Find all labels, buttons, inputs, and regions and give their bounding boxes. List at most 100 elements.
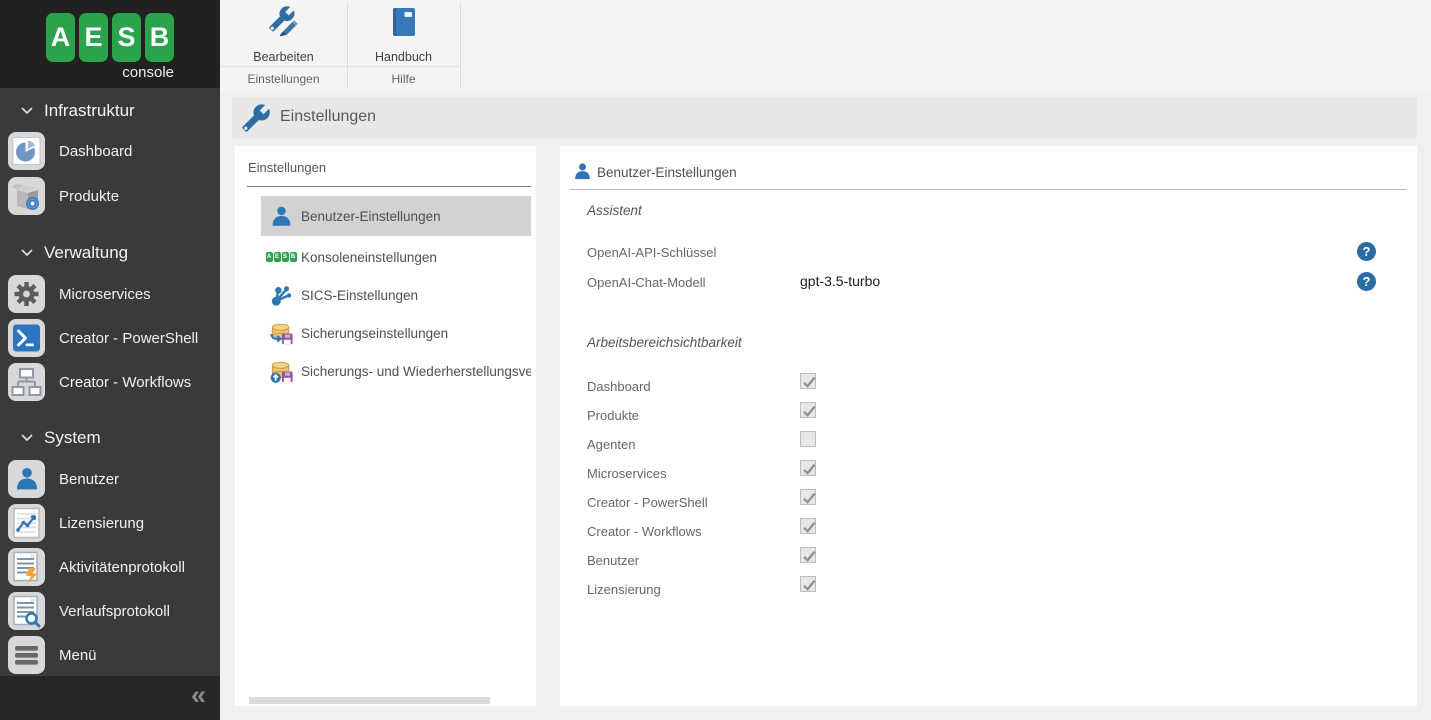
sidebar-item-label: Microservices [59, 286, 151, 303]
divider [570, 189, 1407, 190]
nav-item-sics-einstellungen[interactable]: SICS-Einstellungen [261, 279, 531, 311]
sidebar-item-label: Creator - PowerShell [59, 330, 198, 347]
checkbox-label: Lizensierung [587, 582, 661, 597]
workspace-visibility-list: Dashboard Produkte Agenten Microservices… [560, 372, 1417, 604]
history-log-icon [8, 592, 45, 630]
chevron-down-icon [20, 431, 34, 445]
settings-nav-panel: Einstellungen Benutzer-Einstellungen A E… [235, 146, 536, 706]
bearbeiten-button-label: Bearbeiten [253, 50, 313, 64]
nav-item-sicherungs-wiederherstellungsverwaltung[interactable]: Sicherungs- und Wiederherstellungsverwal… [261, 355, 531, 387]
creator-workflows-checkbox[interactable] [800, 518, 816, 534]
sidebar-section-label: Infrastruktur [44, 101, 135, 121]
sidebar-section-label: System [44, 428, 101, 448]
help-icon[interactable]: ? [1357, 242, 1376, 261]
sidebar-item-creator-workflows[interactable]: Creator - Workflows [8, 363, 220, 401]
sidebar-section-system[interactable]: System [0, 426, 220, 450]
openai-api-key-value[interactable] [800, 244, 920, 261]
license-chart-icon [8, 504, 45, 542]
dashboard-pie-icon [8, 132, 45, 170]
checkbox-label: Creator - Workflows [587, 524, 702, 539]
workspace-row-creator-workflows: Creator - Workflows [560, 517, 1417, 546]
chevron-down-icon [20, 246, 34, 260]
sidebar-section-verwaltung[interactable]: Verwaltung [0, 241, 220, 265]
help-icon[interactable]: ? [1357, 272, 1376, 291]
nav-item-konsoleneinstellungen[interactable]: A E S B Konsoleneinstellungen [261, 241, 531, 273]
agenten-checkbox[interactable] [800, 431, 816, 447]
microservices-checkbox[interactable] [800, 460, 816, 476]
handbuch-button[interactable]: Handbuch [375, 5, 432, 64]
dashboard-checkbox[interactable] [800, 373, 816, 389]
openai-chat-model-value[interactable]: gpt-3.5-turbo [800, 273, 920, 290]
powershell-icon [8, 319, 45, 357]
horizontal-scrollbar-thumb[interactable] [249, 697, 490, 704]
nav-item-sicherungseinstellungen[interactable]: Sicherungseinstellungen [261, 317, 531, 349]
detail-panel-title: Benutzer-Einstellungen [597, 165, 737, 180]
creator-powershell-checkbox[interactable] [800, 489, 816, 505]
sidebar-item-label: Lizensierung [59, 515, 144, 532]
workspace-row-agenten: Agenten [560, 430, 1417, 459]
openai-chat-model-label: OpenAI-Chat-Modell [587, 275, 706, 290]
checkbox-label: Agenten [587, 437, 635, 452]
ribbon-separator [460, 4, 461, 88]
ribbon-group-einstellungen: Bearbeiten Einstellungen [220, 0, 347, 93]
network-nodes-icon [267, 282, 295, 308]
menu-icon [8, 636, 45, 674]
nav-item-label: SICS-Einstellungen [301, 288, 418, 303]
sidebar-item-aktivitaetenprotokoll[interactable]: Aktivitätenprotokoll [8, 548, 220, 586]
benutzer-einstellungen-panel: Benutzer-Einstellungen Assistent OpenAI-… [560, 146, 1417, 706]
logo-subtitle: console [46, 64, 174, 81]
ribbon: Bearbeiten Einstellungen Handbuch Hilfe [220, 0, 1431, 93]
checkbox-label: Creator - PowerShell [587, 495, 708, 510]
wrench-icon [241, 103, 271, 138]
sidebar-item-menue[interactable]: Menü [8, 636, 220, 674]
page-header: Einstellungen [232, 97, 1417, 139]
sidebar-item-label: Benutzer [59, 471, 119, 488]
sidebar-section-label: Verwaltung [44, 243, 128, 263]
sidebar-item-microservices[interactable]: Microservices [8, 275, 220, 313]
benutzer-checkbox[interactable] [800, 547, 816, 563]
ribbon-group-hilfe: Handbuch Hilfe [347, 0, 460, 93]
aesb-logo-icon: A E S B [46, 13, 174, 62]
nav-item-label: Benutzer-Einstellungen [301, 209, 441, 224]
sidebar-item-label: Aktivitätenprotokoll [59, 559, 185, 576]
bearbeiten-button[interactable]: Bearbeiten [253, 5, 313, 64]
workspace-row-dashboard: Dashboard [560, 372, 1417, 401]
checkbox-label: Microservices [587, 466, 666, 481]
produkte-checkbox[interactable] [800, 402, 816, 418]
app-logo: A E S B console [0, 0, 220, 88]
sidebar-item-dashboard[interactable]: Dashboard [8, 132, 220, 170]
sidebar-item-lizensierung[interactable]: Lizensierung [8, 504, 220, 542]
user-icon [267, 203, 295, 229]
database-restore-icon [267, 358, 295, 384]
settings-nav-title: Einstellungen [248, 160, 326, 175]
nav-item-label: Konsoleneinstellungen [301, 250, 437, 265]
sidebar-item-verlaufsprotokoll[interactable]: Verlaufsprotokoll [8, 592, 220, 630]
sidebar-section-infrastruktur[interactable]: Infrastruktur [0, 99, 220, 123]
nav-item-label: Sicherungs- und Wiederherstellungsverwal… [301, 364, 531, 379]
page-title: Einstellungen [280, 108, 376, 126]
checkbox-label: Benutzer [587, 553, 639, 568]
ribbon-group-label: Einstellungen [220, 67, 347, 93]
logo-letter-tile: B [145, 13, 174, 62]
nav-item-label: Sicherungseinstellungen [301, 326, 448, 341]
sidebar-collapse-bar: « [0, 676, 220, 720]
product-box-icon [8, 177, 45, 215]
chevron-down-icon [20, 104, 34, 118]
activity-log-icon [8, 548, 45, 586]
sidebar-item-produkte[interactable]: Produkte [8, 177, 220, 215]
checkbox-label: Dashboard [587, 379, 651, 394]
sidebar-item-label: Produkte [59, 188, 119, 205]
sidebar-item-label: Menü [59, 647, 97, 664]
lizensierung-checkbox[interactable] [800, 576, 816, 592]
sidebar-item-benutzer[interactable]: Benutzer [8, 460, 220, 498]
logo-letter-tile: S [112, 13, 141, 62]
sidebar-item-label: Creator - Workflows [59, 374, 191, 391]
ribbon-group-label: Hilfe [347, 67, 460, 93]
workspace-row-lizensierung: Lizensierung [560, 575, 1417, 604]
nav-item-benutzer-einstellungen[interactable]: Benutzer-Einstellungen [261, 196, 531, 236]
sidebar-item-creator-powershell[interactable]: Creator - PowerShell [8, 319, 220, 357]
logo-letter-tile: E [79, 13, 108, 62]
collapse-sidebar-icon[interactable]: « [191, 680, 206, 711]
handbook-icon [387, 5, 421, 44]
workspace-row-microservices: Microservices [560, 459, 1417, 488]
